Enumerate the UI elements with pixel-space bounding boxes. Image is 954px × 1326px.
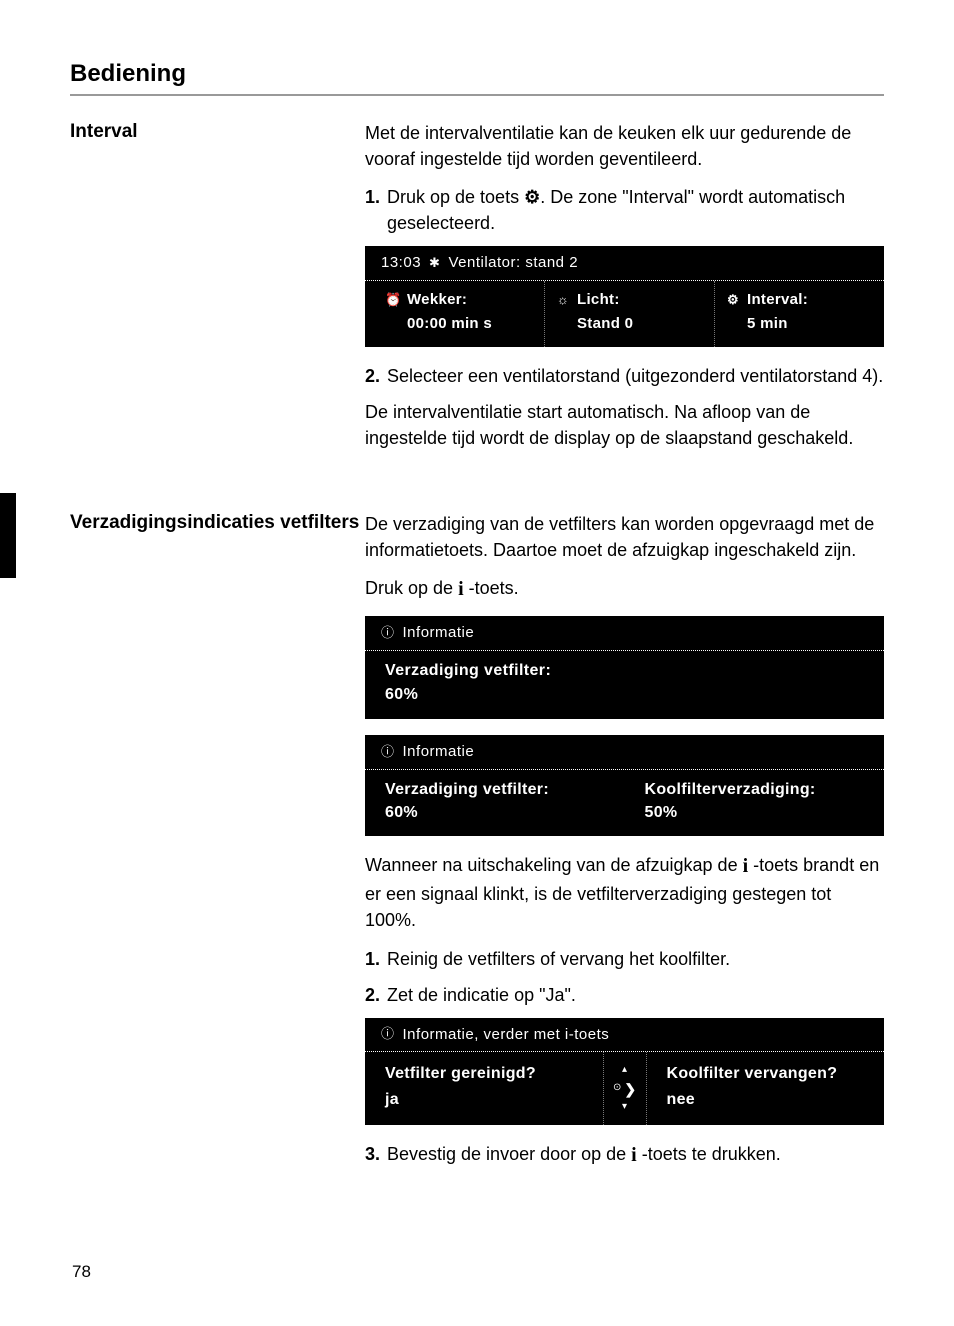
display-line: 60% — [385, 801, 613, 824]
arrow-down-icon: ▾ — [622, 1100, 627, 1115]
display-line: 50% — [645, 801, 873, 824]
fan-icon: ✱ — [429, 254, 440, 273]
title-rule — [70, 94, 884, 96]
col-title-text: Wekker: — [407, 289, 467, 311]
page-content: Bediening Interval Met de intervalventil… — [0, 0, 954, 1180]
text-fragment: Druk op de — [365, 578, 458, 598]
arrow-right-icon: ❯ — [624, 1079, 636, 1099]
display-col-wekker: ⏰ Wekker: 00:00 min s — [365, 281, 545, 347]
step-2: 2. Zet de indicatie op "Ja". — [365, 982, 884, 1008]
prompt-answer: nee — [667, 1088, 873, 1111]
info-icon: ⓘ — [381, 1025, 395, 1044]
step-text: Selecteer een ventilatorstand (uitgezond… — [387, 363, 884, 389]
display-line: Verzadiging vetfilter: — [385, 659, 872, 682]
light-icon: ☼ — [555, 291, 571, 310]
step-1: 1. Druk op de toets ⚙. De zone "Interval… — [365, 184, 884, 236]
arrow-up-icon: ▴ — [622, 1063, 627, 1078]
step-2: 2. Selecteer een ventilatorstand (uitgez… — [365, 363, 884, 389]
col-value: 00:00 min s — [385, 313, 534, 335]
step-text: Bevestig de invoer door op de i -toets t… — [387, 1141, 884, 1170]
intro-text: Met de intervalventilatie kan de keuken … — [365, 120, 884, 172]
section-heading: Interval — [70, 120, 365, 145]
display-line: Verzadiging vetfilter: — [385, 778, 613, 801]
display-body: Vetfilter gereinigd? ja ▴ ⊙ ❯ ▾ — [365, 1052, 884, 1124]
nav-pad: ▴ ⊙ ❯ ▾ — [603, 1052, 647, 1124]
display-line: Koolfilterverzadiging: — [645, 778, 873, 801]
display-body: Verzadiging vetfilter: 60% — [365, 651, 884, 719]
display-header-text: Informatie — [403, 622, 475, 644]
display-header-text: Ventilator: stand 2 — [448, 252, 578, 274]
step-number: 1. — [365, 184, 387, 236]
step-text: Zet de indicatie op "Ja". — [387, 982, 884, 1008]
display-body: Verzadiging vetfilter: 60% Koolfilterver… — [365, 770, 884, 836]
page-number: 78 — [72, 1262, 91, 1282]
device-display-info-single: ⓘ Informatie Verzadiging vetfilter: 60% — [365, 616, 884, 719]
display-columns: ⏰ Wekker: 00:00 min s ☼ Licht: Stand 0 ⚙ In… — [365, 281, 884, 347]
display-time: 13:03 — [381, 252, 421, 274]
section-heading: Verzadigingsindicaties vetfilters — [70, 511, 365, 536]
section-vetfilters: Verzadigingsindicaties vetfilters De ver… — [70, 511, 884, 1180]
step-1: 1. Reinig de vetfilters of vervang het k… — [365, 946, 884, 972]
text-fragment: -toets te drukken. — [637, 1144, 781, 1164]
text-fragment: Druk op de toets — [387, 187, 524, 207]
text-fragment: -toets. — [464, 578, 519, 598]
step-number: 1. — [365, 946, 387, 972]
text-fragment: Bevestig de invoer door op de — [387, 1144, 631, 1164]
step-number: 2. — [365, 363, 387, 389]
col-title-text: Interval: — [747, 289, 808, 311]
prompt-right: Koolfilter vervangen? nee — [647, 1052, 885, 1124]
display-header-text: Informatie — [403, 741, 475, 763]
col-value: Stand 0 — [555, 313, 704, 335]
step-number: 3. — [365, 1141, 387, 1170]
step-3: 3. Bevestig de invoer door op de i -toet… — [365, 1141, 884, 1170]
intro-text: De verzadiging van de vetfilters kan wor… — [365, 511, 884, 563]
display-left: Verzadiging vetfilter: 60% — [365, 770, 625, 836]
display-header: ⓘ Informatie — [365, 616, 884, 651]
prompt-left: Vetfilter gereinigd? ja — [365, 1052, 603, 1124]
center-icon: ⊙ — [613, 1081, 621, 1096]
prompt-question: Koolfilter vervangen? — [667, 1062, 873, 1085]
page-title: Bediening — [70, 60, 884, 88]
display-header-text: Informatie, verder met i-toets — [403, 1024, 610, 1046]
step-text: Reinig de vetfilters of vervang het kool… — [387, 946, 884, 972]
device-display-interval: 13:03 ✱ Ventilator: stand 2 ⏰ Wekker: 00:… — [365, 246, 884, 346]
display-header: 13:03 ✱ Ventilator: stand 2 — [365, 246, 884, 281]
display-right: Koolfilterverzadiging: 50% — [625, 770, 885, 836]
display-header: ⓘ Informatie — [365, 735, 884, 770]
col-value: 5 min — [725, 313, 874, 335]
info-icon: ⓘ — [381, 743, 395, 762]
device-display-info-double: ⓘ Informatie Verzadiging vetfilter: 60% … — [365, 735, 884, 836]
warning-text: Wanneer na uitschakeling van de afzuigka… — [365, 852, 884, 933]
prompt-question: Vetfilter gereinigd? — [385, 1062, 591, 1085]
device-display-prompt: ⓘ Informatie, verder met i-toets Vetfilt… — [365, 1018, 884, 1125]
alarm-icon: ⏰ — [385, 291, 401, 310]
page-edge-tab — [0, 493, 16, 578]
interval-icon: ⚙ — [725, 291, 741, 310]
press-instruction: Druk op de i -toets. — [365, 575, 884, 604]
section-interval: Interval Met de intervalventilatie kan d… — [70, 120, 884, 463]
step-number: 2. — [365, 982, 387, 1008]
display-col-interval: ⚙ Interval: 5 min — [715, 281, 884, 347]
col-title-text: Licht: — [577, 289, 620, 311]
display-col-licht: ☼ Licht: Stand 0 — [545, 281, 715, 347]
prompt-answer: ja — [385, 1088, 591, 1111]
info-icon: ⓘ — [381, 624, 395, 643]
text-fragment: Wanneer na uitschakeling van de afzuigka… — [365, 855, 743, 875]
step-text: Druk op de toets ⚙. De zone "Interval" w… — [387, 184, 884, 236]
display-header: ⓘ Informatie, verder met i-toets — [365, 1018, 884, 1053]
outro-text: De intervalventilatie start automatisch.… — [365, 399, 884, 451]
display-line: 60% — [385, 683, 872, 706]
interval-icon: ⚙ — [524, 187, 540, 207]
